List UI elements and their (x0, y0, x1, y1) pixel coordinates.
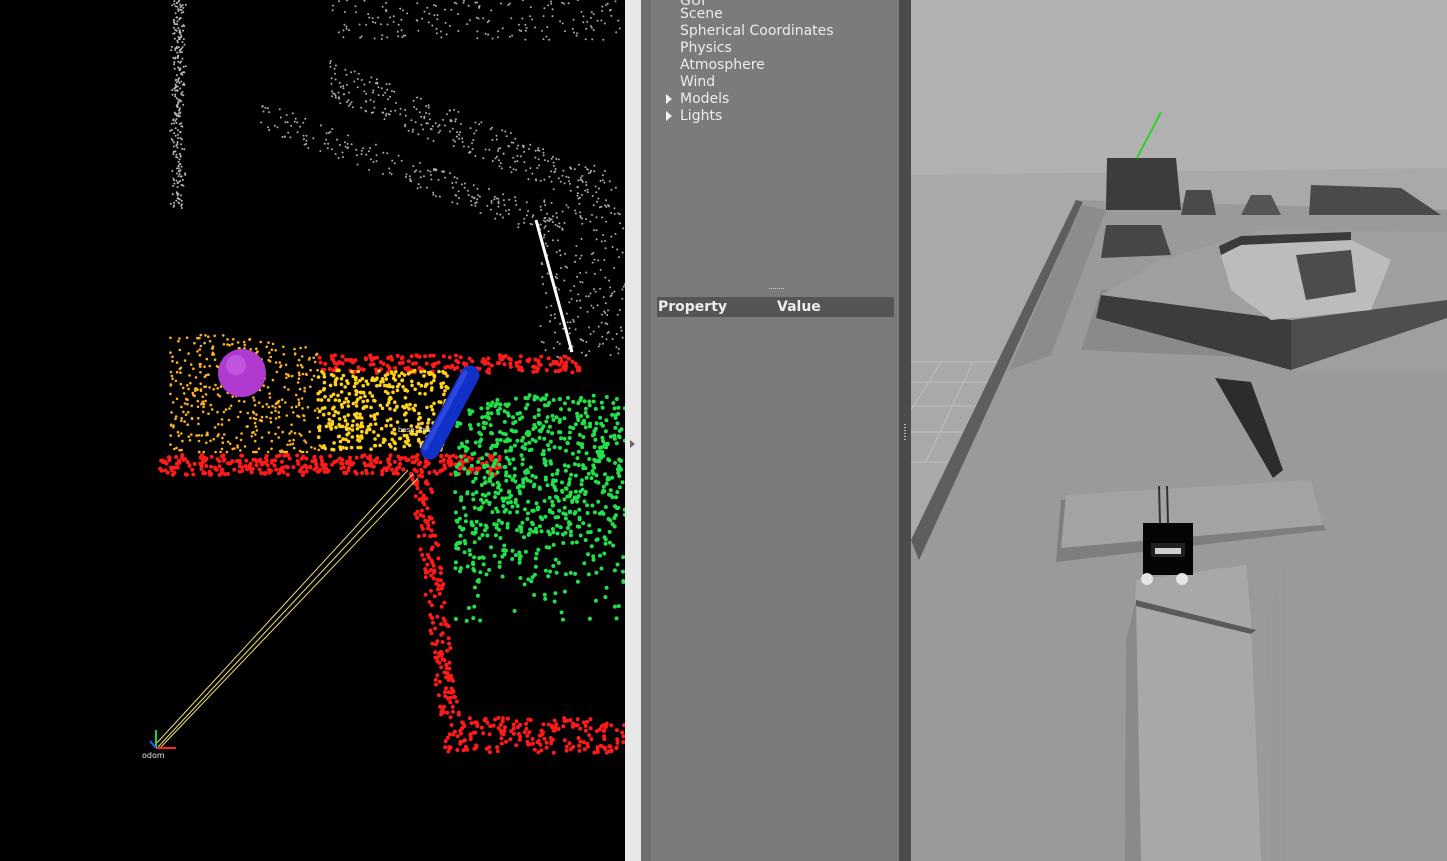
splitter-grip-icon[interactable] (904, 424, 906, 442)
rviz-scene: odom base_link (142, 0, 625, 760)
cloud-structures (260, 0, 625, 359)
gazebo-scene (911, 0, 1447, 861)
rviz-3d-view[interactable]: odom base_link (0, 0, 625, 861)
tree-item-label: Wind (680, 74, 716, 90)
tree-item-spherical-coordinates[interactable]: Spherical Coordinates (680, 23, 834, 40)
wall-edge-line (534, 219, 574, 353)
point-cloud-white (169, 0, 625, 359)
tree-item-label: Lights (680, 108, 723, 124)
property-column-header[interactable]: Property (658, 298, 727, 316)
base-link-frame-label: base_link (398, 426, 432, 434)
expand-arrow-icon[interactable] (666, 94, 672, 104)
point-cloud-green (453, 393, 625, 623)
tree-item-label: Models (680, 91, 730, 107)
triangle-right-icon (630, 440, 635, 448)
tree-item-label: Spherical Coordinates (680, 23, 834, 39)
tree-item-wind[interactable]: Wind (680, 74, 715, 91)
tree-item-atmosphere[interactable]: Atmosphere (680, 57, 765, 74)
odom-frame-label: odom (142, 751, 165, 760)
gazebo-splitter[interactable] (899, 0, 911, 861)
tree-item-label: Scene (680, 6, 723, 22)
gazebo-3d-viewport[interactable] (911, 0, 1447, 861)
tree-item-lights[interactable]: Lights (666, 108, 723, 125)
value-column-header[interactable]: Value (777, 298, 821, 316)
cloud-wall-left (169, 0, 187, 209)
structure-back-2 (1181, 190, 1216, 215)
tree-item-models[interactable]: Models (666, 91, 730, 108)
tree-item-label: Atmosphere (680, 57, 765, 73)
goal-sphere (218, 349, 266, 397)
property-table-header: Property Value (657, 297, 894, 317)
gazebo-world-panel: GUI Scene Spherical Coordinates Physics … (651, 0, 899, 861)
point-cloud-red (158, 353, 625, 755)
expand-arrow-icon[interactable] (666, 111, 672, 121)
walkway (1126, 565, 1261, 861)
structure-mid-1 (1101, 225, 1171, 258)
tree-item-physics[interactable]: Physics (680, 40, 732, 57)
path-lines (154, 469, 419, 749)
panel-splitter-handle[interactable] (769, 288, 787, 292)
tree-item-scene[interactable]: Scene (680, 6, 723, 23)
structure-back-1 (1106, 158, 1181, 210)
collapse-panel-button[interactable] (626, 430, 638, 458)
sky (911, 0, 1447, 175)
structure-mid-2 (1296, 250, 1356, 300)
tree-item-label: Physics (680, 40, 732, 56)
gazebo-panel-border (641, 0, 651, 861)
